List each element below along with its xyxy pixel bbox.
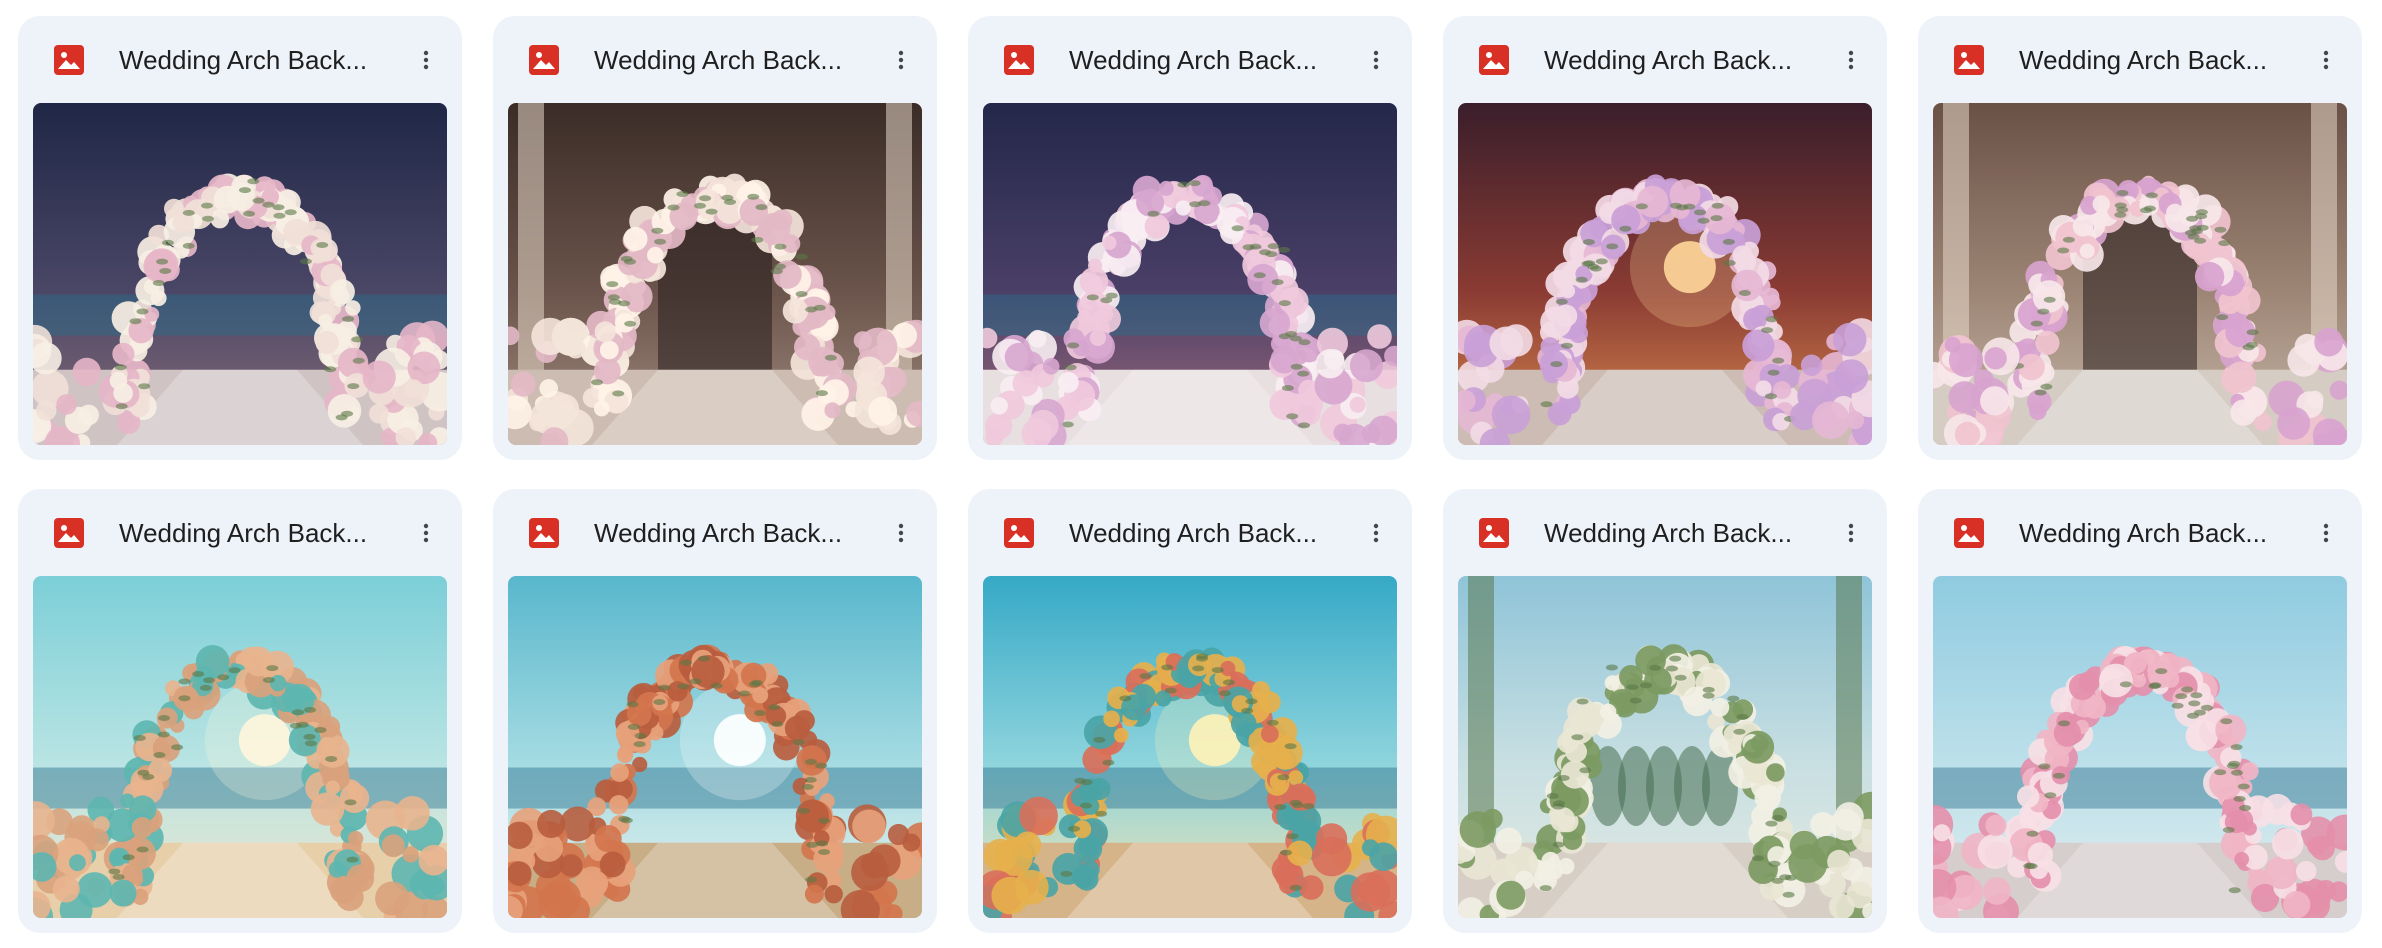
image-file-icon xyxy=(1953,517,1985,549)
file-card[interactable]: Wedding Arch Back... xyxy=(1918,489,2362,933)
more-actions-button[interactable] xyxy=(2302,36,2350,84)
image-file-icon xyxy=(528,44,560,76)
more-actions-button[interactable] xyxy=(1827,509,1875,557)
file-thumbnail[interactable] xyxy=(1458,103,1872,445)
file-card-header: Wedding Arch Back... xyxy=(1918,489,2362,575)
image-file-icon xyxy=(1478,517,1510,549)
file-name[interactable]: Wedding Arch Back... xyxy=(2019,515,2291,551)
file-card[interactable]: Wedding Arch Back... xyxy=(18,16,462,460)
more-actions-button[interactable] xyxy=(1827,36,1875,84)
file-thumbnail[interactable] xyxy=(983,576,1397,918)
more-vert-icon xyxy=(898,523,904,543)
file-card[interactable]: Wedding Arch Back... xyxy=(968,489,1412,933)
image-file-icon xyxy=(1953,44,1985,76)
file-card-header: Wedding Arch Back... xyxy=(968,489,1412,575)
file-card-header: Wedding Arch Back... xyxy=(18,489,462,575)
image-file-icon xyxy=(1003,517,1035,549)
file-thumbnail[interactable] xyxy=(33,576,447,918)
more-actions-button[interactable] xyxy=(1352,36,1400,84)
file-thumbnail[interactable] xyxy=(1933,576,2347,918)
file-card[interactable]: Wedding Arch Back... xyxy=(1918,16,2362,460)
file-name[interactable]: Wedding Arch Back... xyxy=(2019,42,2291,78)
file-name[interactable]: Wedding Arch Back... xyxy=(594,42,866,78)
file-card-header: Wedding Arch Back... xyxy=(1918,16,2362,102)
more-vert-icon xyxy=(1848,523,1854,543)
image-file-icon xyxy=(1478,44,1510,76)
more-vert-icon xyxy=(1848,50,1854,70)
file-name[interactable]: Wedding Arch Back... xyxy=(119,515,391,551)
file-card-header: Wedding Arch Back... xyxy=(493,16,937,102)
more-vert-icon xyxy=(2323,523,2329,543)
file-card-header: Wedding Arch Back... xyxy=(968,16,1412,102)
more-actions-button[interactable] xyxy=(1352,509,1400,557)
more-vert-icon xyxy=(898,50,904,70)
more-vert-icon xyxy=(2323,50,2329,70)
image-file-icon xyxy=(528,517,560,549)
more-vert-icon xyxy=(423,50,429,70)
file-thumbnail[interactable] xyxy=(508,576,922,918)
file-card-header: Wedding Arch Back... xyxy=(1443,489,1887,575)
file-thumbnail[interactable] xyxy=(508,103,922,445)
file-name[interactable]: Wedding Arch Back... xyxy=(1069,515,1341,551)
file-card[interactable]: Wedding Arch Back... xyxy=(1443,489,1887,933)
image-file-icon xyxy=(53,517,85,549)
file-card[interactable]: Wedding Arch Back... xyxy=(1443,16,1887,460)
file-thumbnail[interactable] xyxy=(983,103,1397,445)
image-file-icon xyxy=(53,44,85,76)
more-vert-icon xyxy=(1373,50,1379,70)
more-actions-button[interactable] xyxy=(877,509,925,557)
file-card[interactable]: Wedding Arch Back... xyxy=(18,489,462,933)
file-card-header: Wedding Arch Back... xyxy=(18,16,462,102)
file-name[interactable]: Wedding Arch Back... xyxy=(1544,515,1816,551)
file-thumbnail[interactable] xyxy=(1933,103,2347,445)
file-card-header: Wedding Arch Back... xyxy=(1443,16,1887,102)
more-actions-button[interactable] xyxy=(402,509,450,557)
file-card[interactable]: Wedding Arch Back... xyxy=(493,16,937,460)
more-vert-icon xyxy=(1373,523,1379,543)
file-card[interactable]: Wedding Arch Back... xyxy=(493,489,937,933)
image-file-icon xyxy=(1003,44,1035,76)
more-actions-button[interactable] xyxy=(877,36,925,84)
file-thumbnail[interactable] xyxy=(33,103,447,445)
file-name[interactable]: Wedding Arch Back... xyxy=(119,42,391,78)
file-name[interactable]: Wedding Arch Back... xyxy=(594,515,866,551)
more-vert-icon xyxy=(423,523,429,543)
file-name[interactable]: Wedding Arch Back... xyxy=(1544,42,1816,78)
file-card[interactable]: Wedding Arch Back... xyxy=(968,16,1412,460)
file-thumbnail[interactable] xyxy=(1458,576,1872,918)
file-grid: Wedding Arch Back... Wedding Arch Back..… xyxy=(18,16,2362,933)
file-card-header: Wedding Arch Back... xyxy=(493,489,937,575)
more-actions-button[interactable] xyxy=(2302,509,2350,557)
more-actions-button[interactable] xyxy=(402,36,450,84)
file-name[interactable]: Wedding Arch Back... xyxy=(1069,42,1341,78)
